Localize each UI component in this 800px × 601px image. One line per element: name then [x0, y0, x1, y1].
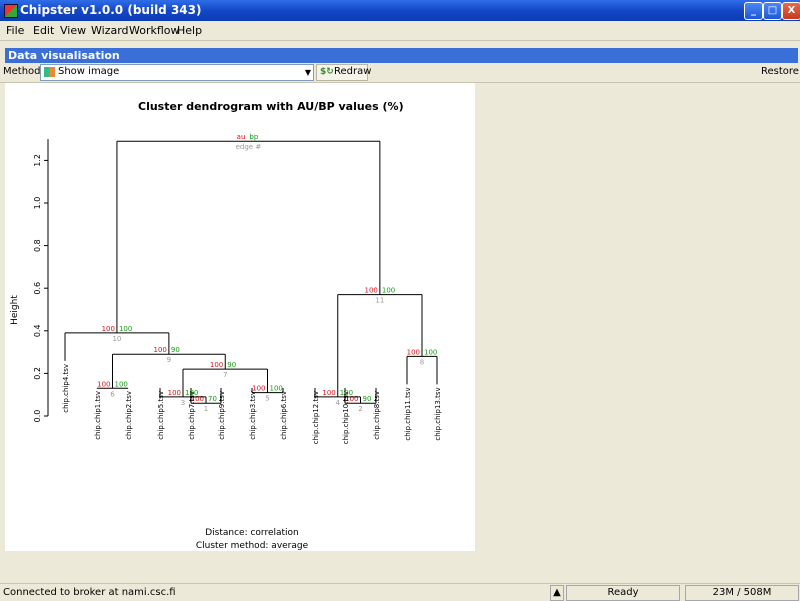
leaf-label: chip.chip1.tsv	[94, 391, 102, 440]
au-value: 100	[210, 361, 223, 369]
status-bar: Connected to broker at nami.csc.fi ▲ Rea…	[0, 583, 800, 601]
memory-status: 23M / 508M	[685, 585, 799, 601]
edge-number: 9	[167, 356, 171, 364]
leaf-label: chip.chip11.tsv	[404, 387, 412, 440]
y-tick-label: 0.4	[33, 324, 42, 337]
bp-value: 100	[382, 287, 395, 295]
edge-number: 4	[336, 399, 341, 407]
leaf-label: chip.chip5.tsv	[157, 391, 165, 440]
method-select[interactable]: Show image ▼	[40, 64, 314, 81]
edge-number: 1	[204, 405, 208, 413]
restore-button[interactable]: Restore	[761, 66, 799, 77]
toolbar: Method: Show image ▼ $↻ Redraw Restore	[0, 63, 800, 83]
chart-title: Cluster dendrogram with AU/BP values (%)	[138, 100, 404, 113]
y-tick-label: 1.2	[33, 154, 42, 167]
panel-header: Data visualisation	[5, 48, 798, 63]
distance-label: Distance: correlation	[205, 528, 299, 538]
edge-number: 7	[223, 371, 227, 379]
bp-value: 100	[424, 348, 437, 356]
au-value: 100	[322, 389, 335, 397]
leaf-label: chip.chip10.tsv	[342, 391, 350, 444]
legend-au: au	[237, 133, 246, 141]
leaf-label: chip.chip4.tsv	[62, 364, 70, 413]
close-button[interactable]: X	[782, 2, 800, 20]
redraw-label: Redraw	[334, 66, 372, 77]
edge-number: 2	[358, 405, 362, 413]
ready-status: Ready	[566, 585, 680, 601]
leaf-label: chip.chip3.tsv	[249, 391, 257, 440]
method-value: Show image	[58, 66, 120, 77]
panel-bottom	[5, 551, 798, 581]
au-value: 100	[97, 380, 110, 388]
menu-edit[interactable]: Edit	[33, 24, 54, 37]
au-value: 100	[154, 346, 167, 354]
au-value: 100	[168, 389, 181, 397]
legend-bp: bp	[249, 133, 258, 141]
cluster-method-label: Cluster method: average	[196, 541, 309, 551]
bp-value: 100	[115, 380, 128, 388]
bp-value: 90	[363, 395, 372, 403]
au-value: 100	[102, 325, 115, 333]
bp-value: 90	[227, 361, 236, 369]
y-tick-label: 0.6	[33, 282, 42, 295]
y-axis: 0.0 0.2 0.4 0.6 0.8 1.0 1.2	[33, 139, 49, 423]
maximize-button[interactable]: □	[763, 2, 782, 20]
y-tick-label: 0.2	[33, 367, 42, 380]
minimize-button[interactable]: _	[744, 2, 763, 20]
leaf-labels: chip.chip4.tsv chip.chip1.tsv chip.chip2.t…	[62, 364, 442, 444]
title-bar: Chipster v1.0.0 (build 343) _ □ X	[0, 0, 800, 21]
redraw-icon: $↻	[320, 67, 334, 77]
connection-status: Connected to broker at nami.csc.fi	[3, 587, 176, 598]
leaf-label: chip.chip9.tsv	[218, 391, 226, 440]
bp-value: 100	[119, 325, 132, 333]
edge-number: 3	[181, 399, 185, 407]
bp-value: 70	[208, 395, 217, 403]
menu-bar: File Edit View Wizard Workflow Help	[0, 21, 800, 41]
image-icon	[44, 67, 55, 77]
menu-workflow[interactable]: Workflow	[129, 24, 180, 37]
dendrogram-tree: 100 1006100 701100 1003100 1005100 907100 9091…	[64, 133, 438, 413]
leaf-label: chip.chip2.tsv	[125, 391, 133, 440]
edge-number: 10	[112, 335, 121, 343]
leaf-label: chip.chip7.tsv	[188, 391, 196, 440]
y-tick-label: 0.8	[33, 239, 42, 252]
dropdown-arrow-icon: ▼	[304, 68, 311, 77]
au-value: 100	[407, 348, 420, 356]
redraw-button[interactable]: $↻ Redraw	[316, 64, 372, 81]
leaf-label: chip.chip12.tsv	[312, 391, 320, 444]
window-title: Chipster v1.0.0 (build 343)	[20, 3, 202, 17]
dendrogram-plot: Cluster dendrogram with AU/BP values (%)…	[5, 83, 475, 551]
leaf-label: chip.chip6.tsv	[280, 391, 288, 440]
y-tick-label: 1.0	[33, 197, 42, 210]
edge-number: 5	[265, 395, 269, 403]
menu-view[interactable]: View	[60, 24, 86, 37]
menu-file[interactable]: File	[6, 24, 24, 37]
dendrogram-svg: Cluster dendrogram with AU/BP values (%)…	[10, 100, 442, 551]
method-label: Method:	[3, 66, 44, 77]
y-axis-label: Height	[10, 295, 20, 325]
edge-number: 6	[110, 390, 115, 398]
expand-up-icon[interactable]: ▲	[550, 585, 564, 601]
menu-help[interactable]: Help	[177, 24, 202, 37]
edge-number: 8	[420, 358, 424, 366]
panel-title: Data visualisation	[8, 49, 120, 62]
leaf-label: chip.chip13.tsv	[434, 387, 442, 440]
edge-number: 11	[375, 297, 384, 305]
y-tick-label: 0.0	[33, 410, 42, 423]
menu-wizard[interactable]: Wizard	[91, 24, 129, 37]
legend-edge: edge #	[236, 143, 262, 151]
leaf-label: chip.chip8.tsv	[373, 391, 381, 440]
app-icon	[4, 4, 18, 18]
bp-value: 90	[171, 346, 180, 354]
au-value: 100	[365, 287, 378, 295]
